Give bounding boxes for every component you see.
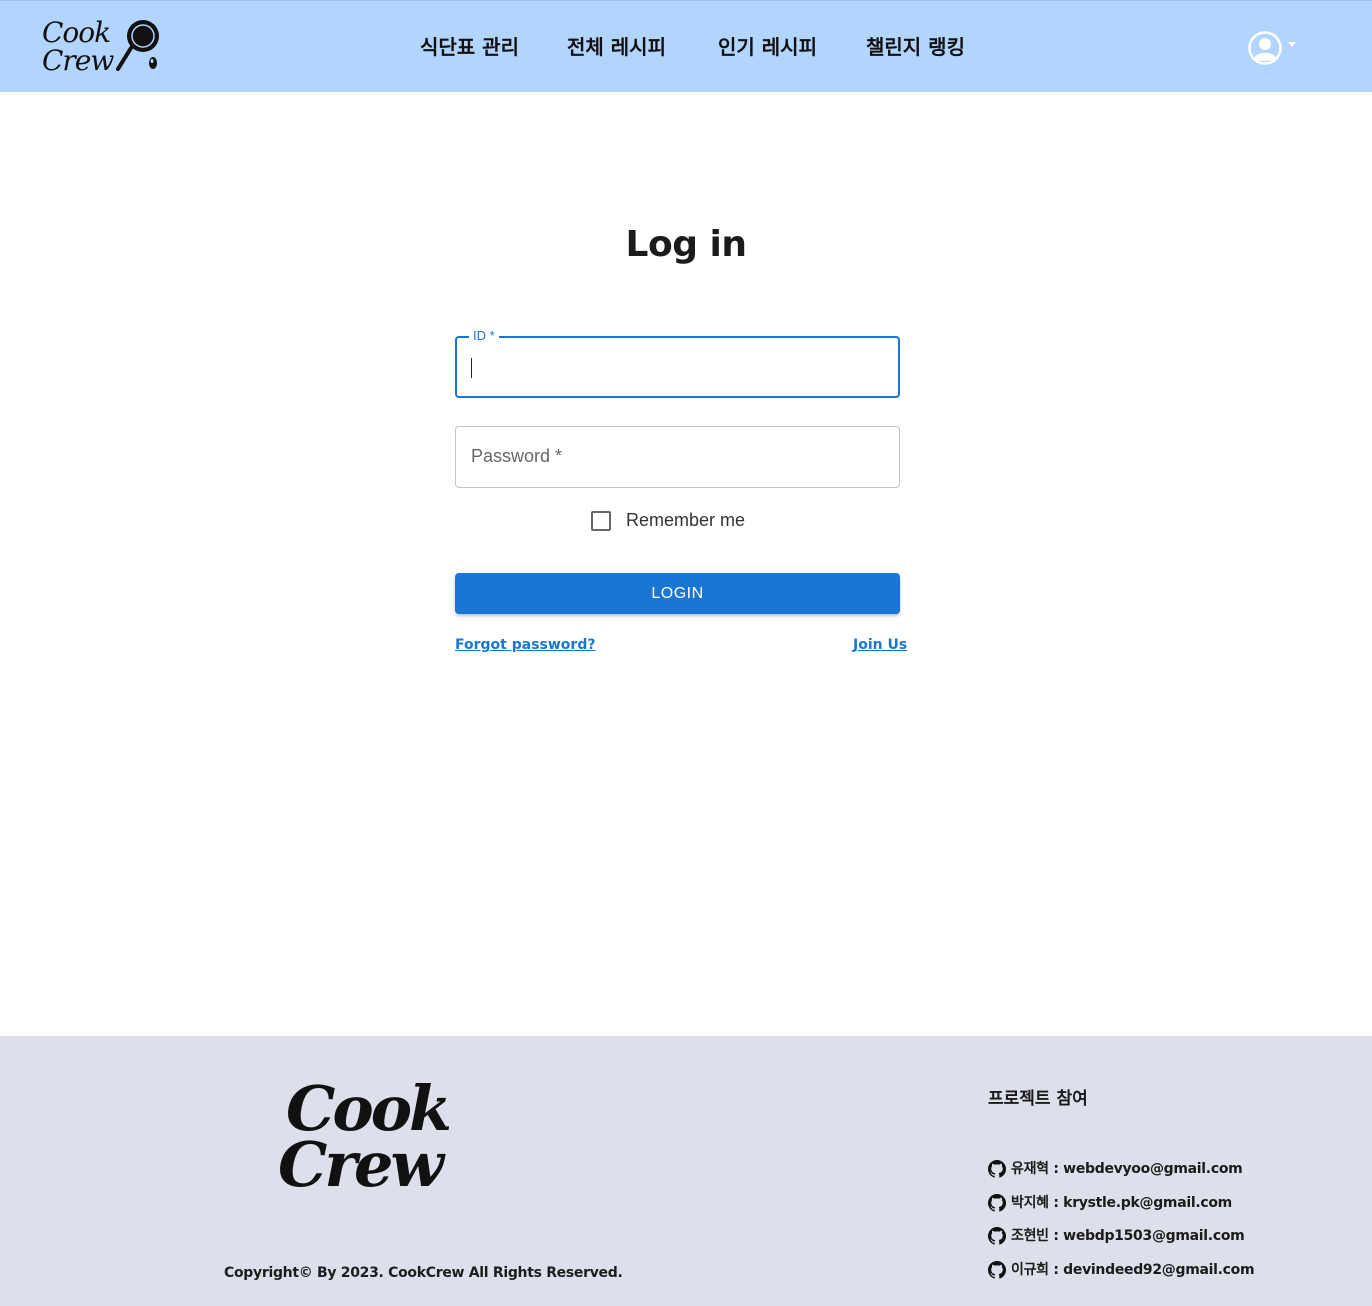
copyright-text: Copyright© By 2023. CookCrew All Rights … — [224, 1265, 623, 1281]
password-input[interactable] — [456, 427, 899, 487]
top-app-bar: Cook Crew 식단표 관리 전체 레시피 인기 레시피 챌린지 랭킹 — [0, 0, 1372, 92]
footer: Cook Crew Copyright© By 2023. CookCrew A… — [0, 1036, 1372, 1306]
page-title: Log in — [625, 224, 747, 265]
user-menu-button[interactable] — [1248, 31, 1298, 65]
text-caret — [471, 358, 472, 378]
github-icon — [988, 1194, 1006, 1212]
contributor-text: 이규희 : devindeed92@gmail.com — [1011, 1262, 1255, 1278]
password-field: Password * — [455, 426, 900, 488]
id-field: ID * — [455, 328, 900, 398]
id-input[interactable] — [457, 338, 898, 396]
join-us-link[interactable]: Join Us — [853, 637, 907, 653]
caret-down-icon — [1288, 42, 1296, 47]
github-icon — [988, 1227, 1006, 1245]
logo-text-crew: Crew — [42, 44, 114, 77]
login-button[interactable]: LOGIN — [455, 573, 900, 614]
footer-logo: Cook Crew — [278, 1078, 468, 1208]
nav-all-recipes[interactable]: 전체 레시피 — [567, 31, 666, 60]
contributor-text: 조현빈 : webdp1503@gmail.com — [1011, 1228, 1245, 1244]
remember-me-checkbox[interactable] — [591, 511, 611, 531]
footer-logo-crew: Crew — [278, 1128, 444, 1201]
contributor-text: 유재혁 : webdevyoo@gmail.com — [1011, 1161, 1243, 1177]
cookcrew-logo[interactable]: Cook Crew — [40, 15, 164, 77]
nav-meal-plan[interactable]: 식단표 관리 — [420, 31, 519, 60]
github-icon — [988, 1261, 1006, 1279]
forgot-password-link[interactable]: Forgot password? — [455, 637, 595, 653]
frying-pan-icon — [116, 20, 159, 71]
github-icon — [988, 1160, 1006, 1178]
logo-text-cook: Cook — [42, 16, 111, 49]
remember-me-label[interactable]: Remember me — [626, 510, 745, 531]
nav-challenge-ranking[interactable]: 챌린지 랭킹 — [866, 31, 965, 60]
nav-popular-recipes[interactable]: 인기 레시피 — [718, 31, 817, 60]
account-circle-icon — [1248, 31, 1282, 65]
contributors-title: 프로젝트 참여 — [988, 1089, 1088, 1109]
contributor-text: 박지혜 : krystle.pk@gmail.com — [1011, 1195, 1232, 1211]
